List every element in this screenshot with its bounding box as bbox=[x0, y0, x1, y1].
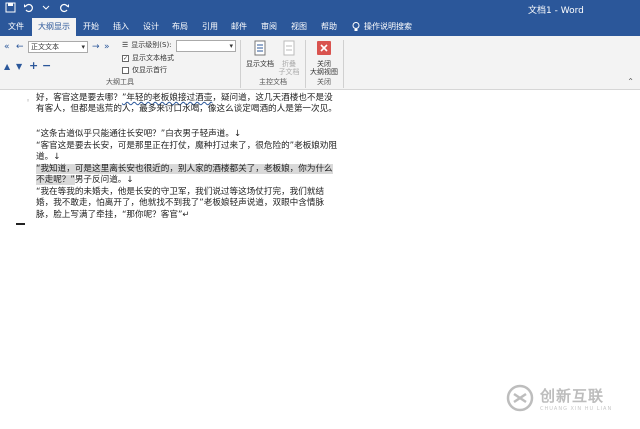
paragraph-text: 好，客官这是要去哪？ bbox=[36, 93, 122, 103]
promote-icon[interactable]: ← bbox=[16, 42, 24, 52]
close-outline-label: 关闭 大纲视图 bbox=[310, 60, 338, 76]
close-icon bbox=[317, 41, 331, 55]
tab-review[interactable]: 审阅 bbox=[255, 18, 283, 36]
undo-icon[interactable] bbox=[22, 2, 34, 14]
collapse-subdocuments-button[interactable]: 折叠 子文档 bbox=[277, 40, 301, 76]
collapse-ribbon-icon[interactable]: ⌃ bbox=[627, 77, 634, 86]
outline-paragraph-3[interactable]: “客官这是要去长安，可是那里正在打仗，魔种打过来了，很危险的”老板娘劝阻道。↓ bbox=[36, 141, 338, 164]
tab-view[interactable]: 视图 bbox=[285, 18, 313, 36]
watermark-subtitle: CHUANG XIN HU LIAN bbox=[540, 405, 613, 412]
group-divider bbox=[343, 40, 344, 88]
tab-layout[interactable]: 布局 bbox=[166, 18, 194, 36]
show-level-icon: ☰ bbox=[122, 41, 129, 49]
show-text-format-label: 显示文本格式 bbox=[132, 54, 174, 62]
demote-to-body-icon[interactable]: » bbox=[104, 42, 110, 52]
watermark-brand: 创新互联 bbox=[540, 386, 605, 405]
show-document-button[interactable]: 显示文档 bbox=[244, 40, 276, 68]
outline-paragraph-5[interactable]: “我在等我的未婚夫，他是长安的守卫军，我们说过等这场仗打完，我们就结婚，我不敢走… bbox=[36, 187, 338, 221]
collapse-subdocuments-icon bbox=[283, 40, 295, 56]
collapse-icon[interactable]: − bbox=[42, 60, 51, 71]
insertion-cursor bbox=[16, 223, 25, 225]
show-document-icon bbox=[254, 40, 266, 56]
outline-paragraph-4[interactable]: “我知道，可是这里离长安也很近的，别人家的酒楼都关了，老板娘，你为什么不走呢？”… bbox=[36, 164, 338, 187]
checkbox-checked-icon: ✓ bbox=[122, 54, 129, 62]
expand-icon[interactable]: + bbox=[29, 60, 38, 71]
tab-references[interactable]: 引用 bbox=[196, 18, 224, 36]
tab-help[interactable]: 帮助 bbox=[315, 18, 343, 36]
move-up-icon[interactable]: ▲ bbox=[4, 62, 10, 72]
dropdown-chevron-icon[interactable] bbox=[40, 2, 52, 14]
show-level-select[interactable]: ▾ bbox=[176, 40, 236, 52]
outline-level-select[interactable]: 正文文本 ▾ bbox=[28, 41, 88, 53]
outline-tools-group-label: 大纲工具 bbox=[106, 78, 134, 86]
close-group-label: 关闭 bbox=[317, 78, 331, 86]
brand-logo-icon bbox=[506, 384, 534, 412]
promote-to-heading1-icon[interactable]: « bbox=[4, 42, 10, 52]
lightbulb-icon bbox=[352, 22, 360, 31]
paragraph-text: 男子反问道。↓ bbox=[74, 175, 134, 186]
tab-insert[interactable]: 插入 bbox=[107, 18, 135, 36]
show-level-control: ☰ 显示级别(S): bbox=[122, 40, 172, 50]
tell-me-label: 操作说明搜索 bbox=[364, 22, 412, 31]
tab-design[interactable]: 设计 bbox=[137, 18, 165, 36]
document-area[interactable]: ◦ 好，客官这是要去哪？”年轻的老板娘接过酒壶，疑问道，这几天酒楼也不是没有客人… bbox=[0, 91, 640, 429]
collapse-subdocuments-label: 折叠 子文档 bbox=[278, 60, 300, 76]
outline-paragraph-1[interactable]: 好，客官这是要去哪？”年轻的老板娘接过酒壶，疑问道，这几天酒楼也不是没有客人，但… bbox=[36, 93, 338, 116]
show-first-line-label: 仅显示首行 bbox=[132, 66, 167, 74]
tab-outline[interactable]: 大纲显示 bbox=[32, 18, 76, 36]
tell-me-search[interactable]: 操作说明搜索 bbox=[346, 18, 418, 36]
checkbox-unchecked-icon bbox=[122, 66, 129, 74]
redo-icon[interactable] bbox=[58, 2, 70, 14]
demote-icon[interactable]: → bbox=[92, 42, 100, 52]
outline-paragraph-2[interactable]: “这条古道似乎只能通往长安吧？”白衣男子轻声道。↓ bbox=[36, 129, 338, 140]
tab-mailings[interactable]: 邮件 bbox=[225, 18, 253, 36]
chevron-down-icon: ▾ bbox=[81, 43, 85, 51]
move-down-icon[interactable]: ▼ bbox=[16, 62, 22, 72]
save-icon[interactable] bbox=[4, 2, 16, 14]
title-bar: 文档1 - Word bbox=[0, 0, 640, 18]
quick-access-toolbar bbox=[4, 2, 70, 14]
show-text-format-checkbox[interactable]: ✓ 显示文本格式 bbox=[122, 53, 174, 63]
tab-home[interactable]: 开始 bbox=[77, 18, 105, 36]
ribbon-tabs: 文件 大纲显示 开始 插入 设计 布局 引用 邮件 审阅 视图 帮助 操作说明搜… bbox=[0, 18, 640, 36]
close-outline-view-button[interactable]: 关闭 大纲视图 bbox=[308, 40, 340, 76]
outline-bullet-icon: ◦ bbox=[26, 97, 31, 105]
document-title: 文档1 - Word bbox=[528, 6, 584, 16]
outline-level-value: 正文文本 bbox=[31, 43, 59, 51]
master-document-group-label: 主控文档 bbox=[259, 78, 287, 86]
tab-file[interactable]: 文件 bbox=[2, 18, 30, 36]
show-level-label: 显示级别(S): bbox=[131, 41, 172, 49]
ribbon-panel: « ← 正文文本 ▾ → » ▲ ▼ + − ☰ 显示级别(S): ▾ ✓ 显示… bbox=[0, 36, 640, 90]
chevron-down-icon: ▾ bbox=[229, 42, 233, 50]
watermark-logo: 创新互联 CHUANG XIN HU LIAN bbox=[506, 384, 612, 412]
paragraph-text-underlined: ”年轻的老板娘接过酒壶 bbox=[121, 93, 213, 103]
show-first-line-checkbox[interactable]: 仅显示首行 bbox=[122, 65, 167, 75]
show-document-label: 显示文档 bbox=[246, 60, 274, 68]
